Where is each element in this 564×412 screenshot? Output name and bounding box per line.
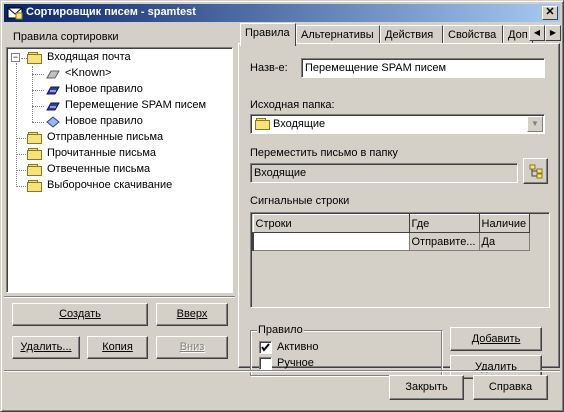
folder-icon <box>27 180 43 192</box>
active-label: Активно <box>277 341 319 353</box>
manual-label: Ручное <box>277 357 314 369</box>
folder-icon <box>27 132 43 144</box>
rule-group-title: Правило <box>257 324 304 336</box>
table-cell-where[interactable]: Отправите... <box>409 232 480 251</box>
checkmark-icon <box>261 343 270 352</box>
footer-divider <box>4 370 560 371</box>
rule-icon <box>46 70 60 79</box>
folder-icon <box>27 164 43 176</box>
folder-icon <box>255 118 271 130</box>
add-signal-button[interactable]: Добавить <box>450 327 542 351</box>
folder-icon <box>27 148 43 160</box>
window-title: Сортировщик писем - spamtest <box>26 6 196 18</box>
column-header-lines[interactable]: Строки <box>252 214 410 233</box>
table-cell-presence[interactable]: Да <box>479 232 530 251</box>
tab-properties[interactable]: Свойства <box>443 25 503 44</box>
tab-rules[interactable]: Правила <box>240 23 296 46</box>
tab-alternatives[interactable]: Альтернативы <box>296 25 380 44</box>
folder-icon <box>27 52 43 64</box>
create-button[interactable]: Создать <box>12 303 148 326</box>
up-button[interactable]: Вверх <box>156 303 228 326</box>
collapse-icon[interactable]: − <box>11 53 20 62</box>
manual-checkbox[interactable] <box>259 357 272 370</box>
column-header-presence[interactable]: Наличие <box>478 214 530 233</box>
rule-icon <box>46 86 60 95</box>
copy-button[interactable]: Копия <box>87 336 148 359</box>
name-label: Назв-е: <box>250 62 288 74</box>
signal-lines-label: Сигнальные строки <box>250 195 350 207</box>
rule-diamond-icon <box>46 116 60 128</box>
rules-tree[interactable]: − Входящая почта <Known> Новое правило П… <box>6 47 233 293</box>
folder-tree-icon <box>529 164 543 179</box>
chevron-down-icon[interactable]: ▼ <box>527 116 543 132</box>
source-folder-label: Исходная папка: <box>250 99 335 111</box>
name-field[interactable]: Перемещение SPAM писем <box>301 58 545 78</box>
rule-icon <box>46 102 60 111</box>
tab-scroll-left-icon[interactable]: ◀ <box>529 25 545 41</box>
mail-sorter-window: Сортировщик писем - spamtest ✕ Правила с… <box>0 0 564 412</box>
tab-scroll-right-icon[interactable]: ▶ <box>545 25 561 41</box>
delete-rule-button[interactable]: Удалить... <box>12 336 80 359</box>
active-checkbox[interactable] <box>259 341 272 354</box>
app-icon <box>7 7 23 20</box>
down-button[interactable]: Вниз <box>156 336 228 359</box>
browse-folder-button[interactable] <box>523 158 548 184</box>
source-folder-select[interactable]: Входящие ▼ <box>250 114 545 134</box>
tab-actions[interactable]: Действия <box>380 25 443 44</box>
rules-tab-panel: Назв-е: Перемещение SPAM писем Исходная … <box>238 43 560 379</box>
column-header-where[interactable]: Где <box>408 214 480 233</box>
signal-lines-table[interactable]: Строки Где Наличие Отправите... Да <box>250 212 550 308</box>
title-bar[interactable]: Сортировщик писем - spamtest ✕ <box>4 4 560 22</box>
target-folder-field: Входящие <box>250 163 518 183</box>
help-button[interactable]: Справка <box>473 375 548 400</box>
move-to-folder-label: Переместить письмо в папку <box>250 147 398 159</box>
tab-control: Правила Альтернативы Действия Свойства Д… <box>238 23 562 379</box>
close-icon[interactable]: ✕ <box>542 6 558 20</box>
close-button[interactable]: Закрыть <box>389 375 464 400</box>
table-row[interactable]: Отправите... Да <box>252 232 530 251</box>
table-cell-lines[interactable] <box>252 232 410 251</box>
tree-label: Правила сортировки <box>13 31 119 43</box>
